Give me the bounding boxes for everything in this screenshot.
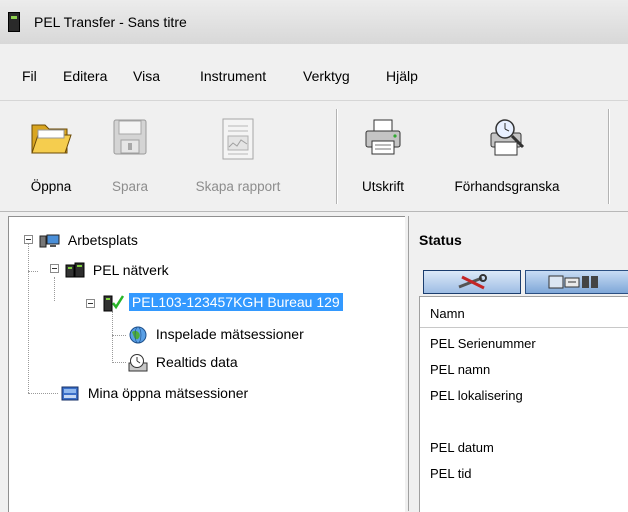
tree-line: [28, 393, 58, 394]
row-label: PEL namn: [430, 362, 491, 377]
row-label: PEL tid: [430, 466, 472, 481]
collapse-toggle[interactable]: [86, 299, 95, 308]
instrument-icon: [548, 274, 600, 293]
tree-item-realtime-data[interactable]: Realtids data: [127, 351, 241, 373]
table-row[interactable]: PEL namn: [420, 355, 628, 381]
tree-item-recorded-sessions[interactable]: Inspelade mätsessioner: [127, 323, 307, 345]
menu-tools[interactable]: Verktyg: [299, 67, 354, 85]
tree-line: [112, 335, 126, 336]
table-row[interactable]: PEL Serienummer: [420, 329, 628, 355]
realtime-clock-icon: [127, 353, 149, 373]
table-row[interactable]: [420, 407, 628, 433]
toolbar-separator: [336, 109, 338, 204]
tree-line: [28, 243, 29, 393]
instrument-tab-button[interactable]: [525, 270, 628, 294]
workspace-icon: [39, 233, 61, 249]
title-bar: PEL Transfer - Sans titre: [0, 0, 628, 44]
floppy-disk-icon: [110, 117, 150, 160]
tree-label: PEL nätverk: [92, 262, 169, 278]
print-preview-icon: [485, 117, 529, 162]
tree-label: Inspelade mätsessioner: [155, 326, 304, 342]
globe-icon: [127, 325, 149, 345]
row-label: PEL lokalisering: [430, 388, 523, 403]
network-icon: [64, 262, 86, 280]
tree-item-workspace[interactable]: Arbetsplats: [39, 229, 141, 251]
tree-line: [112, 362, 126, 363]
tree-line: [28, 271, 38, 272]
table-row[interactable]: PEL lokalisering: [420, 381, 628, 407]
menu-view[interactable]: Visa: [129, 67, 164, 85]
tree-view: Arbetsplats PEL nätverk PEL103-123457KGH…: [8, 216, 405, 512]
menu-bar: Fil Editera Visa Instrument Verktyg Hjäl…: [0, 58, 628, 94]
settings-tab-button[interactable]: [423, 270, 521, 294]
row-label: PEL Serienummer: [430, 336, 536, 351]
create-report-button[interactable]: Skapa rapport: [186, 109, 290, 204]
toolbar: Öppna Spara Skapa rapport Utskrift Förha…: [0, 100, 628, 212]
status-panel: Status Namn PEL Serienummer PEL namn PEL…: [408, 216, 628, 512]
table-row[interactable]: PEL tid: [420, 459, 628, 485]
tree-label: Arbetsplats: [67, 232, 138, 248]
menu-file[interactable]: Fil: [18, 67, 41, 85]
open-button[interactable]: Öppna: [14, 109, 88, 204]
open-label: Öppna: [30, 179, 72, 194]
menu-help[interactable]: Hjälp: [382, 67, 422, 85]
device-check-icon: [101, 293, 125, 313]
save-button[interactable]: Spara: [98, 109, 162, 204]
print-button[interactable]: Utskrift: [350, 109, 416, 204]
column-header-label: Namn: [430, 306, 465, 321]
print-preview-button[interactable]: Förhandsgranska: [422, 109, 592, 204]
collapse-toggle[interactable]: [24, 235, 33, 244]
collapse-toggle[interactable]: [50, 264, 59, 273]
tree-label: Mina öppna mätsessioner: [87, 385, 249, 401]
table-row[interactable]: PEL datum: [420, 433, 628, 459]
tree-item-pel-network[interactable]: PEL nätverk: [64, 259, 172, 281]
tree-label: PEL103-123457KGH Bureau 129: [128, 293, 343, 311]
save-label: Spara: [111, 179, 149, 194]
toolbar-separator: [608, 109, 610, 204]
status-title: Status: [419, 232, 462, 248]
app-icon: [8, 12, 20, 32]
tree-item-my-open-sessions[interactable]: Mina öppna mätsessioner: [59, 382, 251, 404]
menu-edit[interactable]: Editera: [59, 67, 111, 85]
create-report-label: Skapa rapport: [195, 179, 281, 194]
tree-line: [54, 277, 55, 301]
print-preview-label: Förhandsgranska: [454, 179, 560, 194]
tools-icon: [456, 273, 490, 294]
folder-icon: [29, 117, 73, 160]
status-table: Namn PEL Serienummer PEL namn PEL lokali…: [419, 296, 628, 512]
window-title: PEL Transfer - Sans titre: [34, 14, 187, 30]
printer-icon: [362, 117, 404, 160]
tree-item-device[interactable]: PEL103-123457KGH Bureau 129: [101, 291, 343, 313]
print-label: Utskrift: [362, 179, 404, 194]
report-icon: [220, 117, 256, 164]
row-label: PEL datum: [430, 440, 494, 455]
tree-label: Realtids data: [155, 354, 238, 370]
column-header-name[interactable]: Namn: [420, 297, 628, 328]
sessions-icon: [59, 384, 81, 404]
menu-instrument[interactable]: Instrument: [196, 67, 270, 85]
tree-line: [112, 311, 113, 361]
